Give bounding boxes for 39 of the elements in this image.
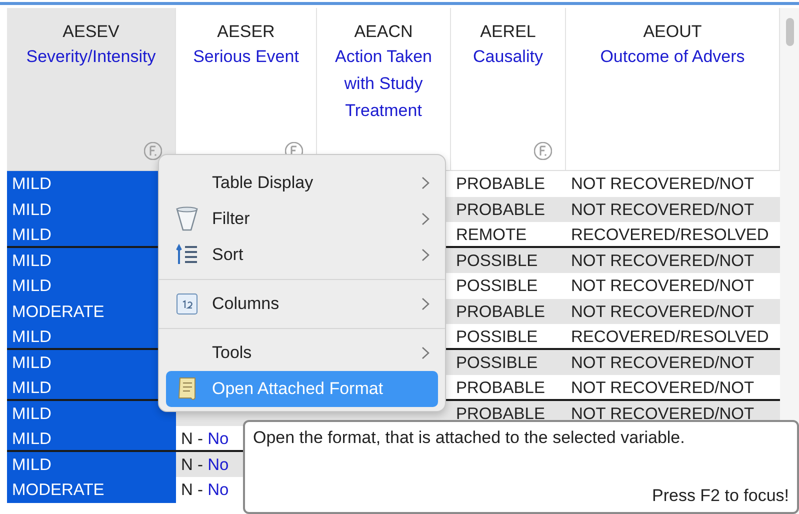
column-label: Serious Event [192, 46, 300, 68]
table-cell: PROBABLE [456, 404, 545, 422]
table-cell: NOT RECOVERED/NOT [571, 404, 754, 422]
table-cell: NOT RECOVERED/NOT [571, 252, 754, 270]
column-name: AEREL [480, 21, 536, 43]
table-cell: N - No [181, 481, 229, 499]
table-cell: NOT RECOVERED/NOT [571, 200, 754, 218]
column-label: Causality [472, 46, 544, 68]
column-name: AEACN [354, 21, 413, 43]
table-cell: PROBABLE [456, 379, 545, 397]
table-cell: MODERATE [7, 477, 176, 502]
column-name: AESEV [62, 21, 120, 43]
column-label: Severity/Intensity [25, 46, 157, 68]
table-cell: NOT RECOVERED/NOT [571, 302, 754, 320]
table-cell: POSSIBLE [456, 277, 538, 295]
tooltip-hint: Press F2 to focus! [652, 486, 789, 506]
table-cell: PROBABLE [456, 200, 545, 218]
column-label: Outcome of Advers [599, 46, 746, 68]
table-cell: NOT RECOVERED/NOT [571, 277, 754, 295]
table-cell: POSSIBLE [456, 354, 538, 372]
table-cell: NOT RECOVERED/NOT [571, 354, 754, 372]
table-cell: NOT RECOVERED/NOT [571, 175, 754, 193]
table-cell: MILD [7, 452, 176, 477]
table-cell: POSSIBLE [456, 328, 538, 346]
table-cell: PROBABLE [456, 302, 545, 320]
table-cell: PROBABLE [456, 175, 545, 193]
table-cell: N - No [181, 456, 229, 474]
column-name: AESER [217, 21, 275, 43]
table-cell: RECOVERED/RESOLVED [571, 328, 769, 346]
table-cell: MILD [7, 400, 176, 426]
table-cell: RECOVERED/RESOLVED [571, 226, 769, 244]
table-cell: NOT RECOVERED/NOT [571, 379, 754, 397]
table-cell: REMOTE [456, 226, 527, 244]
table-cell: MILD [7, 426, 176, 450]
tooltip-text: Open the format, that is attached to the selected variable. [253, 428, 686, 448]
column-name: AEOUT [643, 21, 702, 43]
column-label: Action Taken with Study Treatment [334, 46, 434, 122]
table-cell: N - No [181, 430, 229, 448]
table-cell: POSSIBLE [456, 252, 538, 270]
